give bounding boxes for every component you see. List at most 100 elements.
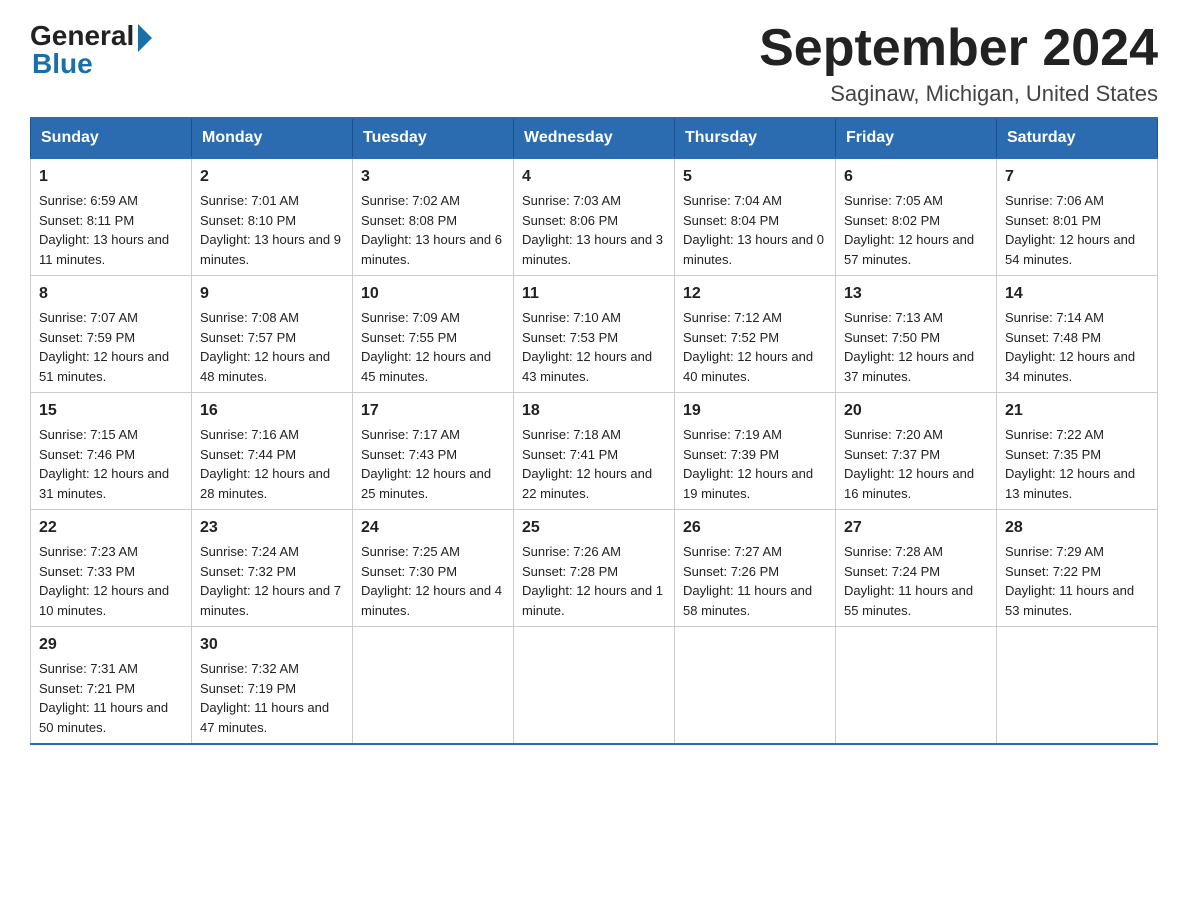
table-row: 2 Sunrise: 7:01 AMSunset: 8:10 PMDayligh… xyxy=(192,158,353,276)
day-number: 9 xyxy=(200,282,344,306)
weekday-header-row: Sunday Monday Tuesday Wednesday Thursday… xyxy=(31,118,1158,158)
day-number: 24 xyxy=(361,516,505,540)
day-info: Sunrise: 7:25 AMSunset: 7:30 PMDaylight:… xyxy=(361,544,502,618)
day-number: 12 xyxy=(683,282,827,306)
day-info: Sunrise: 7:29 AMSunset: 7:22 PMDaylight:… xyxy=(1005,544,1134,618)
header-tuesday: Tuesday xyxy=(353,118,514,158)
day-number: 17 xyxy=(361,399,505,423)
day-number: 2 xyxy=(200,165,344,189)
day-info: Sunrise: 7:22 AMSunset: 7:35 PMDaylight:… xyxy=(1005,427,1135,501)
table-row: 30 Sunrise: 7:32 AMSunset: 7:19 PMDaylig… xyxy=(192,627,353,745)
table-row: 5 Sunrise: 7:04 AMSunset: 8:04 PMDayligh… xyxy=(675,158,836,276)
day-number: 20 xyxy=(844,399,988,423)
calendar-week-row: 15 Sunrise: 7:15 AMSunset: 7:46 PMDaylig… xyxy=(31,393,1158,510)
table-row: 7 Sunrise: 7:06 AMSunset: 8:01 PMDayligh… xyxy=(997,158,1158,276)
calendar-table: Sunday Monday Tuesday Wednesday Thursday… xyxy=(30,117,1158,745)
table-row: 6 Sunrise: 7:05 AMSunset: 8:02 PMDayligh… xyxy=(836,158,997,276)
day-info: Sunrise: 7:19 AMSunset: 7:39 PMDaylight:… xyxy=(683,427,813,501)
table-row xyxy=(514,627,675,745)
table-row: 1 Sunrise: 6:59 AMSunset: 8:11 PMDayligh… xyxy=(31,158,192,276)
day-number: 18 xyxy=(522,399,666,423)
day-number: 27 xyxy=(844,516,988,540)
day-number: 30 xyxy=(200,633,344,657)
day-number: 13 xyxy=(844,282,988,306)
day-number: 4 xyxy=(522,165,666,189)
day-info: Sunrise: 7:31 AMSunset: 7:21 PMDaylight:… xyxy=(39,661,168,735)
day-number: 1 xyxy=(39,165,183,189)
day-info: Sunrise: 7:10 AMSunset: 7:53 PMDaylight:… xyxy=(522,310,652,384)
day-info: Sunrise: 7:13 AMSunset: 7:50 PMDaylight:… xyxy=(844,310,974,384)
day-info: Sunrise: 7:04 AMSunset: 8:04 PMDaylight:… xyxy=(683,193,824,267)
table-row xyxy=(997,627,1158,745)
table-row: 19 Sunrise: 7:19 AMSunset: 7:39 PMDaylig… xyxy=(675,393,836,510)
header-wednesday: Wednesday xyxy=(514,118,675,158)
header-monday: Monday xyxy=(192,118,353,158)
day-number: 7 xyxy=(1005,165,1149,189)
day-number: 8 xyxy=(39,282,183,306)
day-number: 26 xyxy=(683,516,827,540)
day-info: Sunrise: 7:17 AMSunset: 7:43 PMDaylight:… xyxy=(361,427,491,501)
table-row: 17 Sunrise: 7:17 AMSunset: 7:43 PMDaylig… xyxy=(353,393,514,510)
table-row: 26 Sunrise: 7:27 AMSunset: 7:26 PMDaylig… xyxy=(675,510,836,627)
day-number: 28 xyxy=(1005,516,1149,540)
day-info: Sunrise: 7:06 AMSunset: 8:01 PMDaylight:… xyxy=(1005,193,1135,267)
table-row: 20 Sunrise: 7:20 AMSunset: 7:37 PMDaylig… xyxy=(836,393,997,510)
table-row: 22 Sunrise: 7:23 AMSunset: 7:33 PMDaylig… xyxy=(31,510,192,627)
calendar-week-row: 1 Sunrise: 6:59 AMSunset: 8:11 PMDayligh… xyxy=(31,158,1158,276)
day-info: Sunrise: 7:01 AMSunset: 8:10 PMDaylight:… xyxy=(200,193,341,267)
table-row xyxy=(836,627,997,745)
day-info: Sunrise: 7:14 AMSunset: 7:48 PMDaylight:… xyxy=(1005,310,1135,384)
table-row: 16 Sunrise: 7:16 AMSunset: 7:44 PMDaylig… xyxy=(192,393,353,510)
table-row: 23 Sunrise: 7:24 AMSunset: 7:32 PMDaylig… xyxy=(192,510,353,627)
day-info: Sunrise: 7:16 AMSunset: 7:44 PMDaylight:… xyxy=(200,427,330,501)
calendar-week-row: 29 Sunrise: 7:31 AMSunset: 7:21 PMDaylig… xyxy=(31,627,1158,745)
table-row: 27 Sunrise: 7:28 AMSunset: 7:24 PMDaylig… xyxy=(836,510,997,627)
logo-arrow-icon xyxy=(138,24,152,52)
table-row: 28 Sunrise: 7:29 AMSunset: 7:22 PMDaylig… xyxy=(997,510,1158,627)
day-info: Sunrise: 7:24 AMSunset: 7:32 PMDaylight:… xyxy=(200,544,341,618)
table-row: 11 Sunrise: 7:10 AMSunset: 7:53 PMDaylig… xyxy=(514,276,675,393)
table-row: 18 Sunrise: 7:18 AMSunset: 7:41 PMDaylig… xyxy=(514,393,675,510)
table-row xyxy=(675,627,836,745)
day-number: 10 xyxy=(361,282,505,306)
header-friday: Friday xyxy=(836,118,997,158)
day-number: 23 xyxy=(200,516,344,540)
day-info: Sunrise: 7:18 AMSunset: 7:41 PMDaylight:… xyxy=(522,427,652,501)
day-info: Sunrise: 7:32 AMSunset: 7:19 PMDaylight:… xyxy=(200,661,329,735)
table-row: 25 Sunrise: 7:26 AMSunset: 7:28 PMDaylig… xyxy=(514,510,675,627)
table-row: 24 Sunrise: 7:25 AMSunset: 7:30 PMDaylig… xyxy=(353,510,514,627)
day-info: Sunrise: 7:20 AMSunset: 7:37 PMDaylight:… xyxy=(844,427,974,501)
month-title-block: September 2024 Saginaw, Michigan, United… xyxy=(759,20,1158,107)
day-number: 22 xyxy=(39,516,183,540)
day-number: 29 xyxy=(39,633,183,657)
calendar-week-row: 8 Sunrise: 7:07 AMSunset: 7:59 PMDayligh… xyxy=(31,276,1158,393)
table-row: 3 Sunrise: 7:02 AMSunset: 8:08 PMDayligh… xyxy=(353,158,514,276)
day-info: Sunrise: 7:07 AMSunset: 7:59 PMDaylight:… xyxy=(39,310,169,384)
day-number: 25 xyxy=(522,516,666,540)
day-info: Sunrise: 7:09 AMSunset: 7:55 PMDaylight:… xyxy=(361,310,491,384)
day-number: 5 xyxy=(683,165,827,189)
table-row: 13 Sunrise: 7:13 AMSunset: 7:50 PMDaylig… xyxy=(836,276,997,393)
day-number: 15 xyxy=(39,399,183,423)
day-info: Sunrise: 7:26 AMSunset: 7:28 PMDaylight:… xyxy=(522,544,663,618)
table-row: 8 Sunrise: 7:07 AMSunset: 7:59 PMDayligh… xyxy=(31,276,192,393)
table-row: 15 Sunrise: 7:15 AMSunset: 7:46 PMDaylig… xyxy=(31,393,192,510)
day-info: Sunrise: 7:15 AMSunset: 7:46 PMDaylight:… xyxy=(39,427,169,501)
day-info: Sunrise: 6:59 AMSunset: 8:11 PMDaylight:… xyxy=(39,193,169,267)
day-info: Sunrise: 7:28 AMSunset: 7:24 PMDaylight:… xyxy=(844,544,973,618)
day-number: 16 xyxy=(200,399,344,423)
table-row: 10 Sunrise: 7:09 AMSunset: 7:55 PMDaylig… xyxy=(353,276,514,393)
location-title: Saginaw, Michigan, United States xyxy=(759,81,1158,107)
day-info: Sunrise: 7:05 AMSunset: 8:02 PMDaylight:… xyxy=(844,193,974,267)
table-row: 9 Sunrise: 7:08 AMSunset: 7:57 PMDayligh… xyxy=(192,276,353,393)
page-header: General Blue September 2024 Saginaw, Mic… xyxy=(30,20,1158,107)
day-number: 11 xyxy=(522,282,666,306)
header-saturday: Saturday xyxy=(997,118,1158,158)
table-row: 12 Sunrise: 7:12 AMSunset: 7:52 PMDaylig… xyxy=(675,276,836,393)
logo-blue-text: Blue xyxy=(32,48,93,80)
logo: General Blue xyxy=(30,20,152,80)
day-number: 6 xyxy=(844,165,988,189)
table-row: 21 Sunrise: 7:22 AMSunset: 7:35 PMDaylig… xyxy=(997,393,1158,510)
table-row xyxy=(353,627,514,745)
calendar-week-row: 22 Sunrise: 7:23 AMSunset: 7:33 PMDaylig… xyxy=(31,510,1158,627)
